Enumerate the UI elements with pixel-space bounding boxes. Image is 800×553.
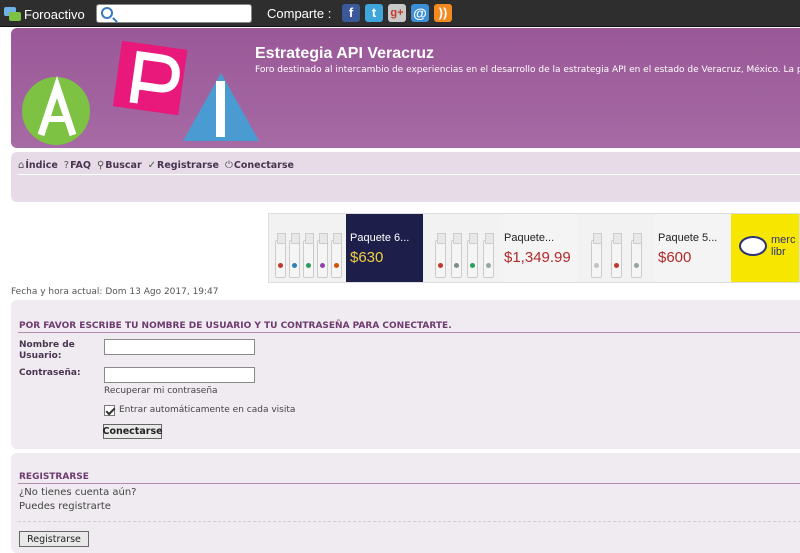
facebook-icon[interactable]: f [342, 4, 360, 22]
register-heading: REGISTRARSE [19, 472, 89, 482]
ad-product-image[interactable] [423, 214, 500, 282]
register-panel: REGISTRARSE ¿No tienes cuenta aún? Puede… [11, 453, 800, 553]
register-icon: ✓ [147, 160, 157, 171]
nav-item-register[interactable]: ✓ Registrarse [148, 160, 219, 171]
help-icon: ? [63, 160, 70, 171]
search-icon [101, 7, 113, 19]
twitter-icon[interactable]: t [365, 4, 383, 22]
mercadolibre-ad[interactable]: merc libr [731, 214, 799, 282]
forumactif-brand-link[interactable]: Foroactivo [4, 5, 85, 23]
nav-item-index[interactable]: ⌂ Índice [18, 160, 58, 171]
ad-product-1[interactable]: Paquete 6... $630 [346, 214, 423, 282]
login-divider [18, 332, 800, 333]
ad-title: Paquete 6... [350, 232, 410, 244]
ad-product-image[interactable] [577, 214, 654, 282]
nav-item-login[interactable]: ⏻ Conectarse [225, 160, 294, 171]
email-icon[interactable]: @ [411, 4, 429, 22]
ad-title: Paquete... [504, 232, 555, 244]
auto-login-label[interactable]: Entrar automáticamente en cada visita [119, 405, 295, 415]
logo-letter-i [216, 81, 225, 137]
forum-header: Estrategia API Veracruz Foro destinado a… [11, 28, 800, 148]
search-icon: ⚲ [96, 160, 105, 171]
auto-login-checkbox[interactable] [104, 405, 115, 416]
username-label: Nombre de Usuario: [19, 340, 75, 362]
googleplus-icon[interactable]: g+ [388, 4, 406, 22]
register-divider [18, 483, 800, 484]
ad-brand-line: merc [771, 234, 796, 246]
share-label: Comparte : [267, 6, 332, 21]
site-description: Foro destinado al intercambio de experie… [255, 65, 800, 75]
ad-product-2[interactable]: Paquete... $1,349.99 [500, 214, 577, 282]
nav-item-label: Buscar [105, 160, 142, 171]
nav-item-search[interactable]: ⚲ Buscar [97, 160, 142, 171]
ad-product-image[interactable] [269, 214, 346, 282]
ad-banner: Paquete 6... $630 Paquete... $1,349.99 P… [268, 213, 800, 283]
register-question: ¿No tienes cuenta aún? [19, 487, 137, 498]
handshake-icon [739, 236, 767, 256]
nav-divider [18, 174, 800, 175]
username-input[interactable] [104, 339, 255, 355]
recover-password-link[interactable]: Recuperar mi contraseña [104, 386, 218, 396]
rss-icon[interactable]: )) [434, 4, 452, 22]
password-label: Contraseña: [19, 368, 81, 378]
login-heading: POR FAVOR ESCRIBE TU NOMBRE DE USUARIO Y… [19, 321, 452, 331]
login-icon: ⏻ [224, 160, 233, 171]
login-panel: POR FAVOR ESCRIBE TU NOMBRE DE USUARIO Y… [11, 300, 800, 449]
nav-item-faq[interactable]: ? FAQ [64, 160, 91, 171]
nav-item-label: Conectarse [233, 160, 294, 171]
site-title[interactable]: Estrategia API Veracruz [255, 45, 434, 63]
register-button[interactable]: Registrarse [19, 531, 89, 547]
username-label-line: Usuario: [19, 351, 62, 361]
ad-price: $630 [350, 249, 384, 266]
home-icon: ⌂ [18, 160, 25, 171]
register-hint: Puedes registrarte [19, 501, 111, 512]
forumactif-logo-icon [4, 6, 21, 22]
ad-title: Paquete 5... [658, 232, 718, 244]
nav-item-label: FAQ [70, 160, 91, 171]
ad-price: $600 [658, 249, 692, 266]
register-separator [18, 521, 800, 522]
ad-price: $1,349.99 [504, 249, 571, 266]
password-input[interactable] [104, 367, 255, 383]
toolbar-search-input[interactable] [96, 4, 252, 23]
login-button[interactable]: Conectarse [102, 424, 163, 439]
ad-brand-line: libr [771, 246, 786, 258]
api-logo[interactable] [19, 35, 259, 145]
forumactif-toolbar: Foroactivo Comparte : f t g+ @ )) [0, 0, 800, 27]
current-datetime: Fecha y hora actual: Dom 13 Ago 2017, 19… [11, 287, 219, 297]
ad-product-3[interactable]: Paquete 5... $600 [654, 214, 731, 282]
main-navigation: ⌂ Índice ? FAQ ⚲ Buscar ✓ Registrarse ⏻ … [11, 152, 800, 202]
brand-label: Foroactivo [24, 6, 85, 22]
username-label-line: Nombre de [19, 340, 75, 350]
nav-item-label: Registrarse [157, 160, 219, 171]
nav-item-label: Índice [25, 160, 58, 171]
